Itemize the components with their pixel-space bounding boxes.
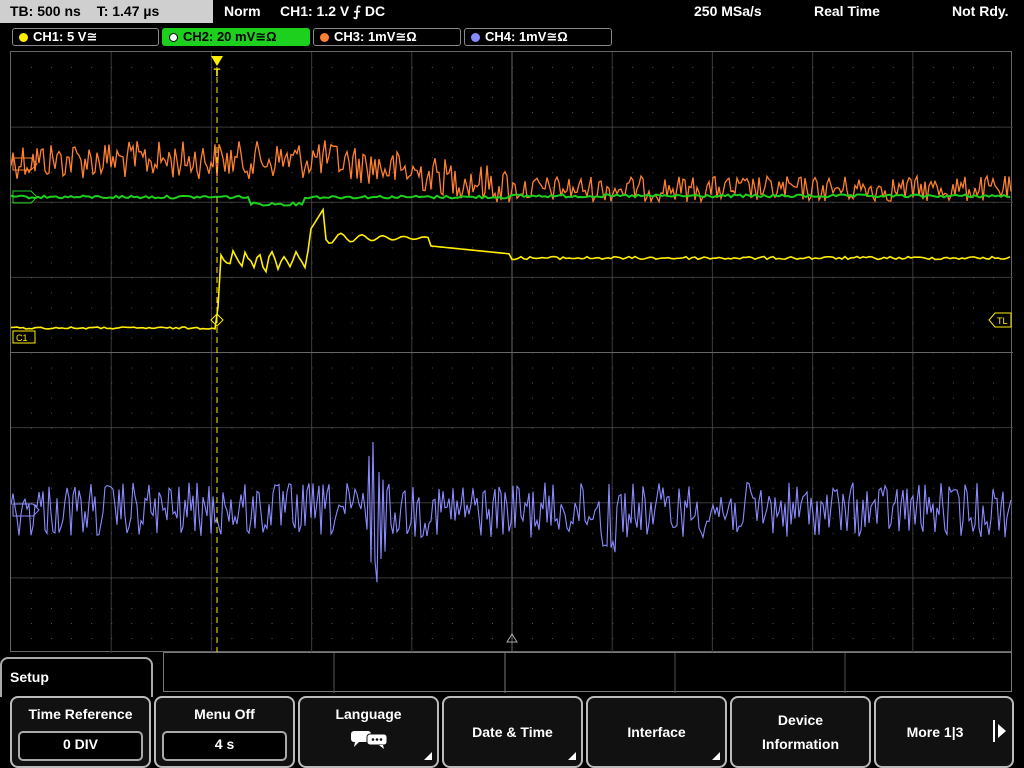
trigger-source[interactable]: CH1: 1.2 V ⨍ DC: [280, 3, 385, 20]
channel-label: CH1: 5 V≅: [33, 29, 98, 44]
channel-color-icon: [320, 33, 329, 42]
info-strip: [163, 652, 1012, 693]
waveform-canvas: T C1 TL: [11, 52, 1013, 653]
trigger-mode[interactable]: Norm: [224, 3, 261, 19]
time-reference-value[interactable]: 0 DIV: [18, 731, 143, 761]
ch4-waveform: [11, 441, 1012, 583]
channel-label: CH4: 1mV≅Ω: [485, 29, 568, 44]
device-information-softkey[interactable]: Device Information: [730, 696, 871, 768]
trigger-level-marker[interactable]: TL: [988, 312, 1012, 328]
timebase-box[interactable]: TB: 500 ns T: 1.47 µs: [0, 0, 213, 23]
date-time-softkey[interactable]: Date & Time: [442, 696, 583, 768]
ch3-waveform: [11, 140, 1012, 204]
channel-tab-ch3[interactable]: CH3: 1mV≅Ω: [313, 28, 461, 46]
ch2-waveform: [11, 193, 1011, 207]
trigger-state: Not Rdy.: [952, 3, 1009, 19]
timebase-readout: TB: 500 ns: [10, 3, 81, 19]
channel-tab-ch2[interactable]: CH2: 20 mV≅Ω: [162, 28, 310, 46]
more-softkey[interactable]: More 1|3: [874, 696, 1014, 768]
menu-title-tab: Setup: [0, 657, 153, 697]
softkey-label: Time Reference: [28, 706, 133, 722]
softkey-label: Language: [335, 706, 402, 722]
channel-color-icon: [19, 33, 28, 42]
softkey-label: Menu Off: [194, 706, 255, 722]
menu-title: Setup: [10, 669, 49, 685]
trigger-marker-label: T: [214, 67, 221, 79]
separator-icon: [993, 720, 995, 742]
interface-softkey[interactable]: Interface: [586, 696, 727, 768]
c1-ground-marker[interactable]: C1: [12, 330, 36, 344]
speech-bubbles-icon: [350, 731, 387, 749]
tl-marker-label: TL: [997, 316, 1008, 326]
channel-color-icon: [169, 33, 178, 42]
channel-tab-ch1[interactable]: CH1: 5 V≅: [12, 28, 159, 46]
softkey-label: More 1|3: [906, 724, 964, 740]
softkey-label: Date & Time: [472, 724, 553, 740]
channel-label: CH3: 1mV≅Ω: [334, 29, 417, 44]
sample-rate: 250 MSa/s: [694, 3, 762, 19]
menu-off-value[interactable]: 4 s: [162, 731, 287, 761]
submenu-corner-icon: [712, 752, 720, 760]
acquisition-mode: Real Time: [814, 3, 880, 19]
menu-off-softkey[interactable]: Menu Off 4 s: [154, 696, 295, 768]
trigger-time-readout: T: 1.47 µs: [96, 3, 160, 19]
language-softkey[interactable]: Language: [298, 696, 439, 768]
channel-color-icon: [471, 33, 480, 42]
time-reference-softkey[interactable]: Time Reference 0 DIV: [10, 696, 151, 768]
trigger-marker-icon: [211, 56, 223, 66]
softkey-label: Interface: [627, 724, 686, 740]
c1-marker-label: C1: [16, 333, 28, 343]
submenu-corner-icon: [424, 752, 432, 760]
softkey-label: Device Information: [762, 712, 839, 752]
channel-tab-ch4[interactable]: CH4: 1mV≅Ω: [464, 28, 612, 46]
arrow-right-icon: [998, 724, 1006, 738]
status-bar: TB: 500 ns T: 1.47 µs Norm CH1: 1.2 V ⨍ …: [0, 0, 1024, 25]
ch1-waveform: [11, 207, 1011, 330]
submenu-corner-icon: [568, 752, 576, 760]
channel-label: CH2: 20 mV≅Ω: [183, 29, 277, 44]
waveform-display[interactable]: T C1 TL: [10, 51, 1013, 653]
trigger-position-marker[interactable]: T: [211, 56, 223, 79]
graticule-dots: [31, 67, 994, 639]
